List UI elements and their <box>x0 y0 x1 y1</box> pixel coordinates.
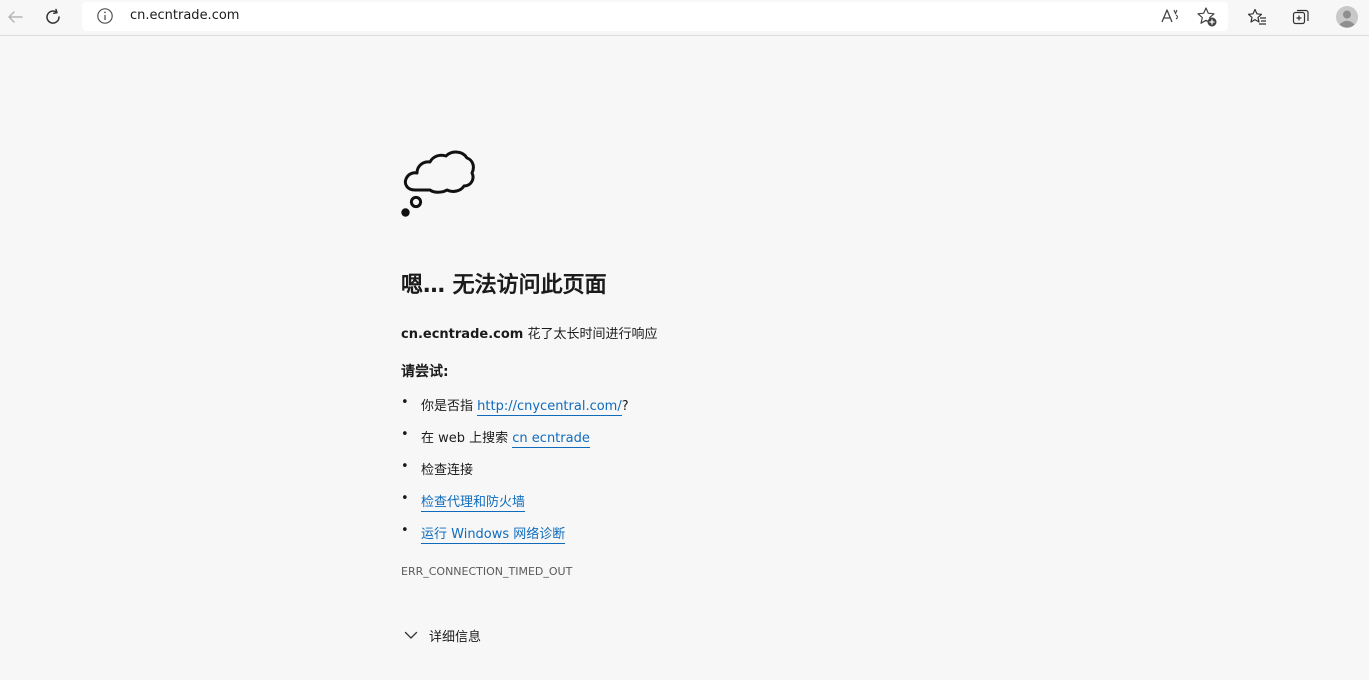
details-label: 详细信息 <box>429 630 482 645</box>
chevron-down-icon <box>404 631 418 639</box>
back-arrow-icon <box>8 11 23 23</box>
refresh-button[interactable] <box>38 3 68 31</box>
profile-avatar-icon <box>1336 6 1358 28</box>
bullet: • <box>401 427 409 442</box>
favorites-button[interactable] <box>1242 3 1272 31</box>
windows-network-diagnostics-link[interactable]: 运行 Windows 网络诊断 <box>421 527 566 544</box>
back-button[interactable] <box>0 3 30 31</box>
suggestion-text: ? <box>621 399 629 414</box>
collections-button[interactable] <box>1286 3 1316 31</box>
collections-icon <box>1292 9 1309 25</box>
bullet: • <box>401 459 409 474</box>
error-host: cn.ecntrade.com <box>401 327 524 342</box>
refresh-icon <box>46 8 60 24</box>
bullet: • <box>401 395 409 410</box>
suggestion-text: 在 web 上搜索 <box>421 431 513 446</box>
address-bar[interactable]: cn.ecntrade.com <box>82 2 1228 31</box>
info-icon[interactable] <box>96 7 114 25</box>
error-description: cn.ecntrade.com 花了太长时间进行响应 <box>401 323 657 342</box>
check-proxy-firewall-link[interactable]: 检查代理和防火墙 <box>421 495 526 512</box>
bullet: • <box>401 491 409 506</box>
read-aloud-icon[interactable] <box>1160 6 1182 26</box>
bullet: • <box>401 523 409 538</box>
profile-button[interactable] <box>1332 3 1362 31</box>
favorites-icon <box>1247 8 1266 25</box>
error-code: ERR_CONNECTION_TIMED_OUT <box>401 565 573 578</box>
web-search-link[interactable]: cn ecntrade <box>512 431 590 448</box>
thought-cloud-icon <box>401 150 475 217</box>
add-favorite-icon[interactable] <box>1196 6 1218 28</box>
suggestion-text: 你是否指 <box>421 399 478 414</box>
address-url-text[interactable]: cn.ecntrade.com <box>130 8 239 23</box>
suggested-url-link[interactable]: http://cnycentral.com/ <box>477 399 622 416</box>
page-title: 嗯… 无法访问此页面 <box>401 273 607 298</box>
suggestion-text: 检查连接 <box>421 463 474 478</box>
try-heading: 请尝试: <box>401 364 449 380</box>
error-message: 花了太长时间进行响应 <box>523 327 658 342</box>
browser-toolbar: cn.ecntrade.com <box>0 0 1369 36</box>
